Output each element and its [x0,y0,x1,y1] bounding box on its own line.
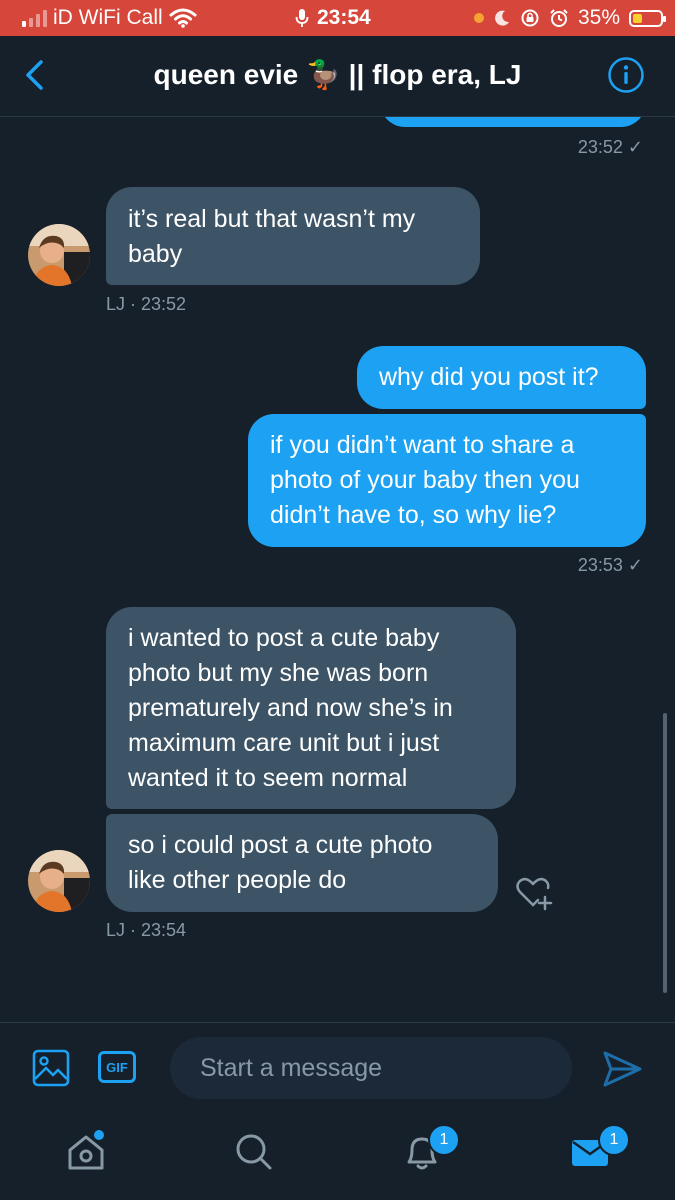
tab-bar: 1 1 [0,1112,675,1200]
home-dot-icon [94,1130,104,1140]
conversation-header: queen evie 🦆 || flop era, LJ [0,36,675,117]
outgoing-message[interactable]: why did you post it? [357,346,646,409]
conversation-title[interactable]: queen evie 🦆 || flop era, LJ [80,58,595,91]
message-line: i wanted to post a cute baby [128,624,440,652]
moon-icon [495,10,509,26]
notifications-badge: 1 [428,1124,460,1156]
message-meta: LJ · 23:54 [106,920,187,940]
carrier-label: iD WiFi Call [53,6,163,29]
message-line: photo but my she was born [128,659,429,687]
orientation-lock-icon [521,9,539,27]
message-timestamp: 23:52 ✓ [577,137,643,157]
heart-add-icon[interactable] [512,872,554,914]
avatar[interactable] [28,224,90,286]
message-line: prematurely and now she’s in [128,694,453,722]
wifi-icon [169,8,197,28]
message-line: why did you post it? [379,363,599,391]
scrollbar[interactable] [663,713,667,993]
signal-icon [22,9,47,27]
image-icon[interactable] [32,1049,70,1087]
message-line: photo of your baby then you [270,466,580,494]
microphone-icon [295,9,309,27]
incoming-message[interactable]: i wanted to post a cute baby photo but m… [106,607,516,809]
message-line: wanted it to seem normal [128,764,408,792]
gif-button[interactable]: GIF [98,1051,136,1083]
message-line: if you didn’t want to share a [270,431,575,459]
message-meta: LJ · 23:52 [106,294,187,314]
chevron-left-icon[interactable] [20,58,54,92]
avatar-image [28,224,90,286]
message-line: it’s real but that wasn’t my [128,205,416,233]
outgoing-message[interactable] [380,117,646,127]
avatar[interactable] [28,850,90,912]
alarm-icon [550,9,568,27]
info-icon[interactable] [607,56,645,94]
status-time: 23:54 [317,6,371,29]
message-line: didn’t have to, so why lie? [270,501,557,529]
message-line: like other people do [128,866,347,894]
message-composer: GIF [0,1022,675,1113]
message-timestamp: 23:53 ✓ [577,555,643,575]
incoming-message[interactable]: so i could post a cute photo like other … [106,814,498,912]
message-line: maximum care unit but i just [128,729,440,757]
battery-icon [629,9,666,27]
focus-dot-icon [473,13,484,23]
messages-badge: 1 [598,1124,630,1156]
message-list[interactable]: 23:52 ✓ it’s real but that wasn’t my bab… [0,117,675,1022]
message-line: so i could post a cute photo [128,831,433,859]
incoming-message[interactable]: it’s real but that wasn’t my baby [106,187,480,285]
outgoing-message[interactable]: if you didn’t want to share a photo of y… [248,414,646,547]
battery-fill [633,13,643,23]
message-line: baby [128,240,183,268]
battery-percent: 35% [577,6,620,29]
search-icon[interactable] [232,1130,276,1174]
send-icon[interactable] [600,1047,644,1091]
message-input[interactable] [170,1037,572,1099]
status-bar: iD WiFi Call 23:54 35% [0,0,675,36]
avatar-image [28,850,90,912]
